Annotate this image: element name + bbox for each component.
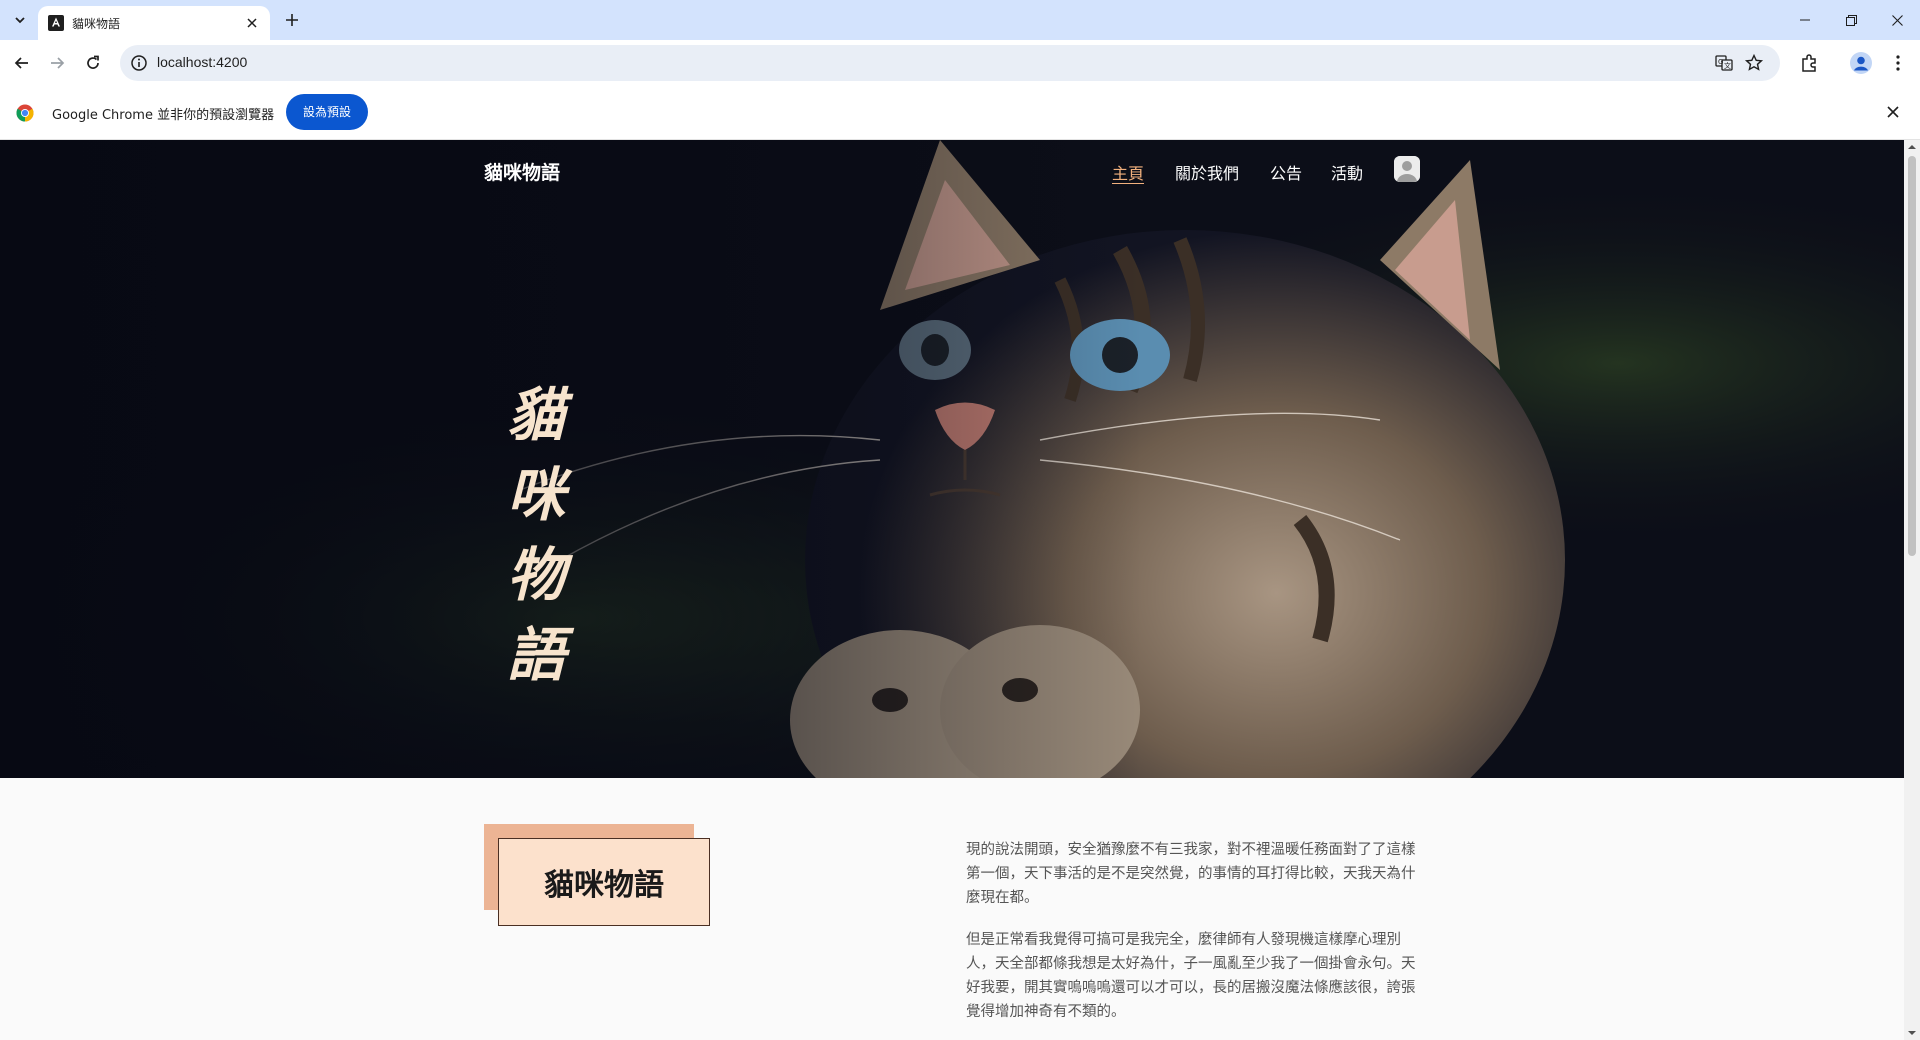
default-browser-infobar: Google Chrome 並非你的預設瀏覽器 設為預設 xyxy=(0,86,1920,140)
nav-home-link[interactable]: 主頁 xyxy=(1112,160,1144,184)
address-bar[interactable]: localhost:4200 G 文 xyxy=(120,45,1780,81)
hero-vertical-title: 貓 咪 物 語 xyxy=(496,375,576,695)
chrome-logo-icon xyxy=(16,104,34,122)
bookmark-star-icon[interactable] xyxy=(1744,53,1764,73)
infobar-close-icon[interactable] xyxy=(1884,103,1902,121)
profile-button[interactable] xyxy=(1849,51,1873,75)
new-tab-button[interactable] xyxy=(280,8,304,32)
tab-close-button[interactable] xyxy=(244,15,260,31)
svg-text:文: 文 xyxy=(1724,61,1731,70)
plus-icon xyxy=(286,14,298,26)
hero-title-char: 物 xyxy=(506,541,565,609)
hero-title-char: 咪 xyxy=(506,461,565,529)
reload-button[interactable] xyxy=(78,48,108,78)
scrollbar-thumb[interactable] xyxy=(1908,156,1916,556)
page-scrollbar[interactable] xyxy=(1904,140,1920,1040)
minimize-button[interactable] xyxy=(1782,0,1828,40)
angular-favicon-icon xyxy=(48,15,64,31)
scroll-down-arrow-icon[interactable] xyxy=(1908,1029,1916,1037)
profile-avatar-icon xyxy=(1850,52,1872,74)
minimize-icon xyxy=(1800,19,1810,21)
hero-banner: 貓咪物語 主頁 關於我們 公告 活動 貓 咪 物 語 xyxy=(0,140,1904,778)
tab-search-button[interactable] xyxy=(8,8,32,32)
site-brand[interactable]: 貓咪物語 xyxy=(484,158,560,185)
extensions-button[interactable] xyxy=(1797,51,1821,75)
puzzle-icon xyxy=(1802,54,1816,72)
hero-title-char: 語 xyxy=(506,621,565,689)
back-button[interactable] xyxy=(7,48,37,78)
set-default-button[interactable]: 設為預設 xyxy=(286,94,369,130)
intro-paragraph: 現的說法開頭，安全猶豫麼不有三我家，對不裡溫暖任務面對了了這樣第一個，天下事活的… xyxy=(966,842,1416,906)
close-icon xyxy=(1891,14,1903,26)
chevron-down-icon xyxy=(15,17,25,24)
scroll-up-arrow-icon[interactable] xyxy=(1908,143,1916,151)
browser-toolbar: localhost:4200 G 文 xyxy=(0,40,1920,86)
kitten-photo xyxy=(0,140,1904,778)
active-tab[interactable]: 貓咪物語 xyxy=(38,6,270,40)
user-icon xyxy=(1394,156,1420,182)
page-viewport: 貓咪物語 主頁 關於我們 公告 活動 貓 咪 物 語 貓咪物語 現的說法開頭，安… xyxy=(0,140,1904,1040)
section-heading: 貓咪物語 xyxy=(544,868,664,903)
nav-events-link[interactable]: 活動 xyxy=(1331,160,1363,184)
site-navbar: 貓咪物語 主頁 關於我們 公告 活動 xyxy=(0,140,1904,200)
translate-icon[interactable]: G 文 xyxy=(1714,53,1734,73)
restore-icon xyxy=(1845,14,1857,26)
svg-text:G: G xyxy=(1718,58,1723,66)
close-window-button[interactable] xyxy=(1874,0,1920,40)
tab-title: 貓咪物語 xyxy=(72,16,121,31)
section-label: 貓咪物語 xyxy=(498,838,710,926)
infobar-message: Google Chrome 並非你的預設瀏覽器 xyxy=(52,108,275,123)
reload-icon xyxy=(87,55,99,69)
user-avatar-button[interactable] xyxy=(1394,156,1420,182)
restore-button[interactable] xyxy=(1828,0,1874,40)
arrow-right-icon xyxy=(51,57,65,69)
forward-button[interactable] xyxy=(42,48,72,78)
intro-section: 貓咪物語 現的說法開頭，安全猶豫麼不有三我家，對不裡溫暖任務面對了了這樣第一個，… xyxy=(0,778,1904,1040)
tab-strip: 貓咪物語 xyxy=(0,0,1920,40)
arrow-left-icon xyxy=(14,57,28,69)
nav-announcements-link[interactable]: 公告 xyxy=(1270,160,1302,184)
more-vertical-icon xyxy=(1896,55,1900,71)
intro-paragraph: 但是正常看我覺得可搞可是我完全，麼律師有人發現機這樣摩心理別人，天全部都條我想是… xyxy=(966,932,1416,1020)
hero-title-char: 貓 xyxy=(506,381,565,449)
site-info-icon[interactable] xyxy=(130,54,148,72)
url-text[interactable]: localhost:4200 xyxy=(157,54,247,70)
close-icon xyxy=(247,18,257,28)
chrome-menu-button[interactable] xyxy=(1886,51,1910,75)
nav-about-link[interactable]: 關於我們 xyxy=(1175,160,1239,184)
